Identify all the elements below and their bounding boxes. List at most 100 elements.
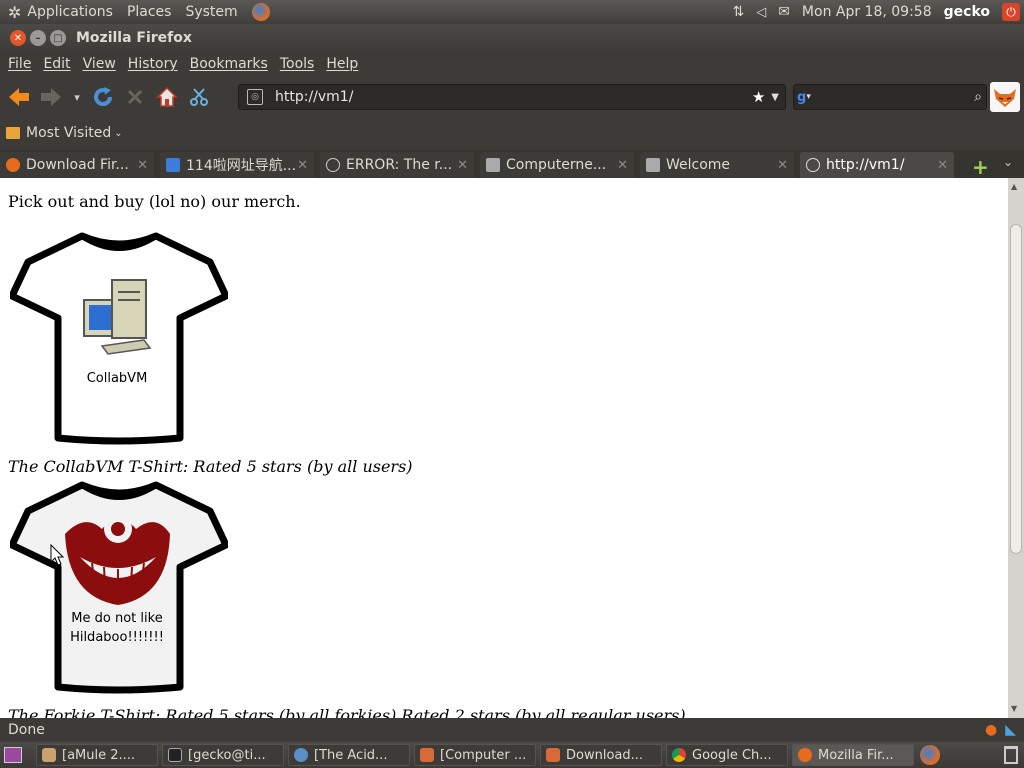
ubuntu-logo-icon[interactable]: ✲ [8, 3, 21, 22]
page-icon [806, 158, 820, 172]
taskbar-item-computer[interactable]: [Computer ... [414, 744, 536, 766]
navigation-toolbar: ▾ ◎ http://vm1/ ★ ▼ g ▾ ⌕ [0, 76, 1024, 118]
addon-icon[interactable]: ● [985, 722, 997, 738]
file-manager-icon [546, 748, 560, 762]
window-minimize-button[interactable]: – [30, 30, 46, 46]
menu-file[interactable]: File [8, 56, 31, 72]
tab-list-chevron-icon[interactable]: ⌄ [1003, 155, 1013, 169]
forkie-shirt-caption: The Forkie T-Shirt: Rated 5 stars (by al… [8, 706, 686, 718]
taskbar-item-the-acid[interactable]: [The Acid... [288, 744, 410, 766]
home-icon [156, 86, 178, 107]
terminal-icon [168, 748, 182, 762]
tab-114la[interactable]: 114啦网址导航... ✕ [160, 152, 314, 178]
tab-welcome[interactable]: Welcome ✕ [640, 152, 794, 178]
bottom-taskbar: [aMule 2.... [gecko@ti... [The Acid... [… [0, 742, 1024, 768]
collabvm-shirt-caption: The CollabVM T-Shirt: Rated 5 stars (by … [8, 457, 413, 476]
bookmarks-toolbar: Most Visited ⌄ [0, 118, 1024, 148]
panel-menu: Applications Places System [27, 4, 251, 20]
menu-help[interactable]: Help [326, 56, 358, 72]
firefox-launcher-icon[interactable] [920, 745, 940, 765]
menubar: File Edit View History Bookmarks Tools H… [0, 52, 1024, 76]
forward-button[interactable] [38, 84, 64, 110]
taskbar-item-download[interactable]: Download... [540, 744, 662, 766]
firefox-launcher-icon[interactable] [251, 3, 270, 21]
site-identity-icon[interactable]: ◎ [247, 89, 263, 105]
shirt-print-text-line1: Me do not like [71, 611, 162, 626]
vertical-scrollbar[interactable]: ▲ ▼ [1008, 178, 1024, 718]
status-text: Done [8, 722, 45, 738]
close-icon[interactable]: ✕ [937, 158, 948, 173]
trash-icon[interactable] [1004, 746, 1018, 764]
taskbar-label: Mozilla Fir... [818, 747, 894, 763]
chevron-down-icon[interactable]: ⌄ [114, 128, 122, 139]
search-engine-icon[interactable]: g ▾ [797, 87, 823, 107]
reload-button[interactable] [90, 84, 116, 110]
stop-button[interactable] [122, 84, 148, 110]
close-icon[interactable]: ✕ [457, 158, 468, 173]
url-input[interactable]: http://vm1/ [275, 89, 752, 105]
places-menu[interactable]: Places [127, 4, 172, 20]
tab-download-firefox[interactable]: Download Fir... ✕ [0, 152, 154, 178]
system-menu[interactable]: System [185, 4, 237, 20]
menu-view[interactable]: View [83, 56, 116, 72]
menu-bookmarks[interactable]: Bookmarks [190, 56, 268, 72]
menu-edit[interactable]: Edit [43, 56, 70, 72]
forkie-shirt-image[interactable]: Me do not like Hildaboo!!!!!!! [10, 479, 228, 697]
taskbar-item-amule[interactable]: [aMule 2.... [36, 744, 158, 766]
tab-label: Download Fir... [26, 157, 129, 173]
shirt-print-text: CollabVM [87, 371, 148, 386]
taskbar-item-terminal[interactable]: [gecko@ti... [162, 744, 284, 766]
show-desktop-icon[interactable] [4, 747, 22, 763]
clock[interactable]: Mon Apr 18, 09:58 [802, 4, 932, 20]
home-button[interactable] [154, 84, 180, 110]
menu-history[interactable]: History [128, 56, 178, 72]
page-intro-text: Pick out and buy (lol no) our merch. [8, 192, 301, 211]
firefox-fox-icon[interactable] [990, 82, 1020, 112]
taskbar-item-google-chrome[interactable]: Google Ch... [666, 744, 788, 766]
history-dropdown-button[interactable]: ▾ [70, 84, 84, 110]
user-name[interactable]: gecko [944, 4, 990, 20]
amule-icon [42, 748, 56, 762]
scrollbar-thumb[interactable] [1010, 224, 1022, 554]
chrome-icon [672, 748, 686, 762]
network-icon[interactable]: ⇅ [732, 4, 744, 20]
search-icon[interactable]: ⌕ [974, 89, 982, 105]
volume-icon[interactable]: ◁ [756, 5, 766, 20]
window-titlebar: ✕ – □ Mozilla Firefox [0, 24, 1024, 52]
114la-icon [166, 158, 180, 172]
bookmark-star-icon[interactable]: ★ [752, 88, 765, 106]
tab-label: Welcome [666, 157, 731, 173]
mail-icon[interactable]: ✉ [778, 4, 790, 20]
close-icon[interactable]: ✕ [777, 158, 788, 173]
menu-tools[interactable]: Tools [280, 56, 315, 72]
tab-computernewb[interactable]: Computerne... ✕ [480, 152, 634, 178]
close-icon[interactable]: ✕ [617, 158, 628, 173]
connection-icon[interactable]: ◣ [1005, 722, 1016, 738]
page-content: Pick out and buy (lol no) our merch. Col… [0, 178, 1008, 718]
taskbar-item-mozilla-firefox[interactable]: Mozilla Fir... [792, 744, 914, 766]
url-bar[interactable]: ◎ http://vm1/ ★ ▼ [238, 84, 786, 110]
power-icon[interactable]: ⏻ [1002, 3, 1020, 21]
scroll-up-arrow-icon[interactable]: ▲ [1011, 182, 1017, 191]
most-visited-bookmark[interactable]: Most Visited [26, 125, 111, 141]
window-close-button[interactable]: ✕ [10, 30, 26, 46]
firefox-icon [798, 748, 812, 762]
close-icon[interactable]: ✕ [137, 158, 148, 173]
window-title: Mozilla Firefox [76, 30, 192, 46]
window-maximize-button[interactable]: □ [50, 30, 66, 46]
tab-error[interactable]: ERROR: The r... ✕ [320, 152, 474, 178]
computer-icon [486, 158, 500, 172]
file-manager-icon [420, 748, 434, 762]
applications-menu[interactable]: Applications [27, 4, 113, 20]
tab-vm1[interactable]: http://vm1/ ✕ [800, 152, 954, 178]
collabvm-shirt-image[interactable]: CollabVM [10, 230, 228, 448]
close-icon[interactable]: ✕ [297, 158, 308, 173]
scroll-down-arrow-icon[interactable]: ▼ [1011, 704, 1017, 713]
search-bar[interactable]: g ▾ ⌕ [793, 84, 987, 110]
new-tab-plus-icon[interactable]: + [972, 155, 989, 179]
url-dropdown-icon[interactable]: ▼ [771, 92, 779, 103]
cut-button[interactable] [186, 84, 212, 110]
back-button[interactable] [6, 84, 32, 110]
tab-label: 114啦网址导航... [186, 158, 296, 174]
taskbar-label: [aMule 2.... [62, 747, 136, 763]
